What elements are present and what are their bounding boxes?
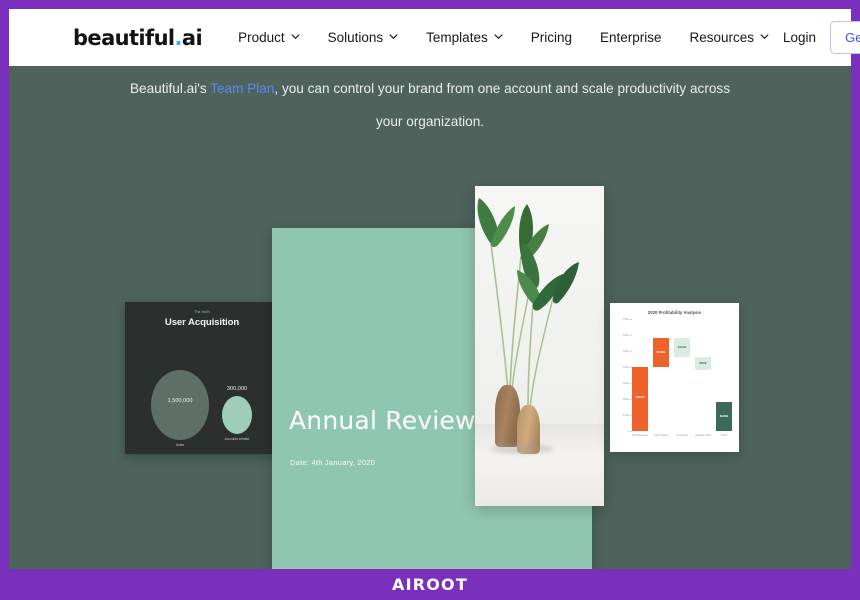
site-navbar: beautiful.ai Product Solutions Templates	[9, 9, 860, 66]
page-frame: beautiful.ai Product Solutions Templates	[0, 0, 860, 600]
nav-label: Templates	[426, 30, 488, 45]
nav-item-product[interactable]: Product	[224, 30, 314, 45]
chevron-down-icon	[494, 32, 503, 41]
x-tick: Profit	[721, 434, 727, 437]
bubble-value: 1,500,000	[167, 398, 193, 404]
nav-item-enterprise[interactable]: Enterprise	[586, 30, 676, 45]
logo-suffix: ai	[181, 25, 203, 50]
vase-shadow	[491, 444, 553, 454]
chevron-down-icon	[291, 32, 300, 41]
y-tick: 200k	[622, 396, 633, 401]
bubble-value: 300,000	[226, 386, 248, 392]
footer-bar: AIROOT	[0, 569, 860, 600]
chevron-down-icon	[389, 32, 398, 41]
bubble-caption: Accounts created	[224, 437, 250, 441]
annual-review-date: Date: 4th January, 2020	[290, 458, 376, 467]
y-tick: 100k	[622, 412, 633, 417]
slide-plant-photo[interactable]	[475, 186, 604, 506]
nav-actions: Login Get Started	[783, 21, 860, 54]
slide-user-acquisition[interactable]: The truth User Acquisition 1,500,000 Use…	[125, 302, 279, 454]
y-tick: 700k	[622, 317, 633, 321]
chart-bar-total-revenue: $400k	[632, 367, 648, 431]
logo-main: beautiful	[73, 25, 175, 50]
y-tick: 400k	[622, 365, 633, 370]
hero-section: Beautiful.ai's Team Plan, you can contro…	[9, 66, 851, 569]
bubble-accounts: 300,000 Accounts created	[222, 386, 252, 441]
bubble-shape	[222, 396, 252, 434]
bubble-caption: Users	[175, 443, 185, 447]
y-tick: 600k	[622, 333, 633, 338]
slide-profitability-chart[interactable]: 2020 Profitability Analysis 0 100k 200k …	[610, 303, 739, 452]
logo-dot: .	[174, 25, 183, 50]
nav-item-pricing[interactable]: Pricing	[517, 30, 586, 45]
annual-review-title: Annual Review	[289, 406, 476, 435]
bar-label: $180k	[719, 413, 729, 418]
get-started-button[interactable]: Get Started	[830, 21, 860, 54]
chart-title: 2020 Profitability Analysis	[647, 310, 702, 315]
bubble-shape	[151, 370, 209, 440]
chart-bar-variable-costs: $80k	[695, 357, 711, 371]
primary-nav: Product Solutions Templates Pricing Ente…	[224, 30, 783, 45]
nav-label: Product	[238, 30, 285, 45]
nav-label: Solutions	[327, 30, 384, 45]
slides-stage: The truth User Acquisition 1,500,000 Use…	[9, 66, 851, 569]
nav-item-templates[interactable]: Templates	[412, 30, 517, 45]
bar-label: $120k	[677, 344, 687, 349]
nav-label: Pricing	[530, 30, 572, 45]
chart-bar-overhead: $120k	[674, 338, 690, 358]
nav-label: Resources	[689, 30, 755, 45]
login-link[interactable]: Login	[783, 30, 816, 45]
y-tick: 300k	[622, 380, 633, 385]
bar-label: $80k	[699, 360, 707, 365]
chart-bar-subscriptions: $180k	[653, 338, 669, 368]
chart-plot-area: 0 100k 200k 300k 400k 500k 600k 700k $40…	[623, 317, 732, 433]
x-tick: Total Revenue	[632, 434, 648, 437]
slide-eyebrow: The truth	[194, 310, 210, 314]
brand-logo[interactable]: beautiful.ai	[73, 25, 203, 50]
nav-item-resources[interactable]: Resources	[676, 30, 784, 45]
nav-label: Enterprise	[599, 30, 662, 45]
bar-label: $180k	[656, 349, 666, 354]
x-tick: Variable Costs	[694, 434, 712, 437]
chart-bar-profit: $180k	[716, 402, 732, 431]
chevron-down-icon	[760, 32, 769, 41]
footer-watermark: AIROOT	[392, 575, 468, 594]
bar-label: $400k	[635, 395, 645, 400]
y-tick: 500k	[622, 349, 633, 354]
x-tick: Subscriptions	[653, 434, 669, 437]
chart-x-axis-labels: Total Revenue Subscriptions Overhead Var…	[631, 434, 731, 444]
bubble-users: 1,500,000 Users	[151, 370, 209, 447]
x-tick: Overhead	[676, 434, 688, 437]
y-tick: 0	[627, 429, 632, 433]
nav-item-solutions[interactable]: Solutions	[314, 30, 413, 45]
plant-illustration	[477, 198, 579, 409]
slide-title: User Acquisition	[164, 317, 240, 328]
